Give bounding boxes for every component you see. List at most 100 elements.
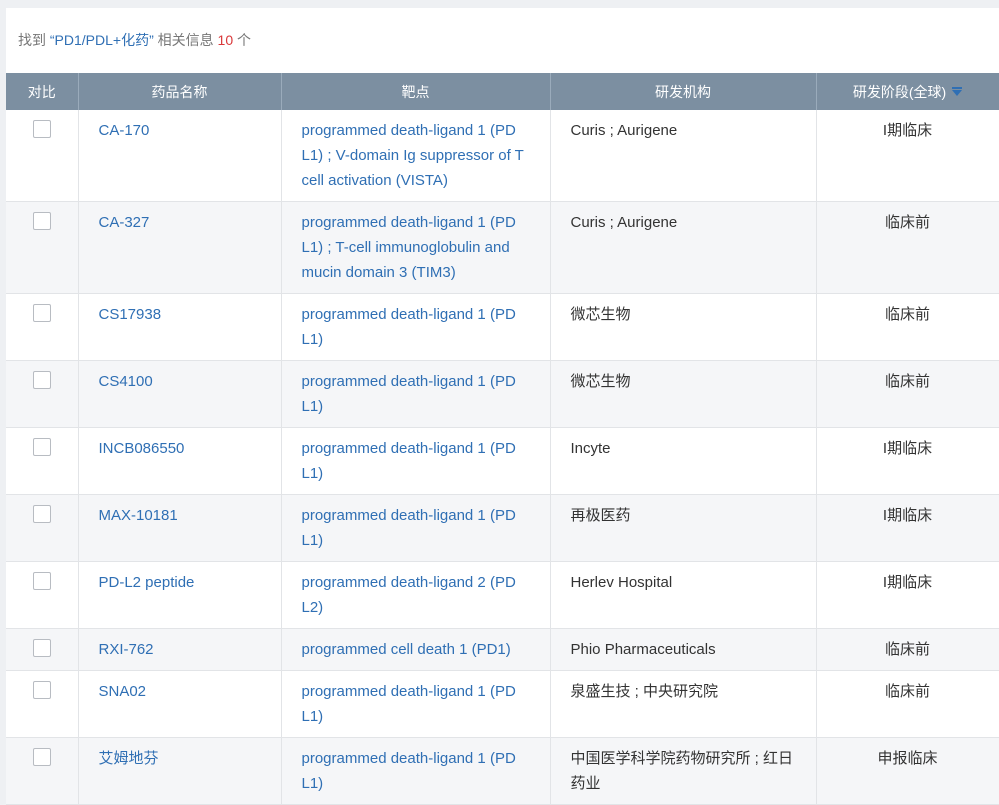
stage-cell: I期临床 [816, 561, 999, 629]
column-header-target: 靶点 [281, 73, 551, 110]
compare-checkbox[interactable] [32, 639, 51, 657]
drug-name-cell: MAX-10181 [78, 494, 282, 562]
target-link[interactable]: programmed death-ligand 1 (PD L1) [302, 750, 516, 792]
stage-cell: 临床前 [816, 293, 999, 361]
org-cell: 微芯生物 [550, 293, 817, 361]
compare-cell [6, 360, 79, 428]
drug-name-cell: CS17938 [78, 293, 282, 361]
target-link[interactable]: programmed death-ligand 1 (PD L1) [302, 373, 516, 415]
table-header-row: 对比 药品名称 靶点 研发机构 研发阶段(全球) [6, 73, 999, 110]
org-cell: Curis ; Aurigene [550, 201, 817, 294]
target-cell: programmed death-ligand 1 (PD L1) [281, 737, 551, 805]
drug-name-cell: PD-L2 peptide [78, 561, 282, 629]
target-cell: programmed cell death 1 (PD1) [281, 628, 551, 671]
table-row: RXI-762 programmed cell death 1 (PD1) Ph… [6, 628, 999, 671]
compare-checkbox[interactable] [32, 505, 51, 523]
target-link[interactable]: programmed death-ligand 2 (PD L2) [302, 574, 516, 616]
drug-name-link[interactable]: CS4100 [99, 373, 153, 390]
table-row: CA-170 programmed death-ligand 1 (PD L1)… [6, 110, 999, 202]
org-cell: 泉盛生技 ; 中央研究院 [550, 670, 817, 738]
compare-cell [6, 737, 79, 805]
drug-name-cell: CA-170 [78, 110, 282, 202]
drug-name-link[interactable]: CS17938 [99, 306, 162, 323]
target-cell: programmed death-ligand 1 (PD L1) [281, 427, 551, 495]
target-link[interactable]: programmed death-ligand 1 (PD L1) [302, 683, 516, 725]
drug-name-cell: 艾姆地芬 [78, 737, 282, 805]
stage-cell: 临床前 [816, 670, 999, 738]
drug-name-link[interactable]: 艾姆地芬 [99, 750, 159, 767]
org-cell: Phio Pharmaceuticals [550, 628, 817, 671]
drug-name-cell: SNA02 [78, 670, 282, 738]
stage-cell: I期临床 [816, 427, 999, 495]
results-panel: 找到 “PD1/PDL+化药” 相关信息 10 个 对比 药品名称 靶点 研发机… [6, 8, 999, 805]
compare-checkbox[interactable] [32, 681, 51, 699]
target-cell: programmed death-ligand 1 (PD L1) ; T-ce… [281, 201, 551, 294]
org-cell: 再极医药 [550, 494, 817, 562]
target-cell: programmed death-ligand 1 (PD L1) [281, 494, 551, 562]
summary-query: “PD1/PDL+化药” [49, 32, 154, 48]
target-cell: programmed death-ligand 1 (PD L1) [281, 360, 551, 428]
compare-cell [6, 293, 79, 361]
summary-prefix: 找到 [18, 32, 46, 48]
target-cell: programmed death-ligand 1 (PD L1) [281, 670, 551, 738]
drug-name-cell: CA-327 [78, 201, 282, 294]
column-header-name: 药品名称 [78, 73, 282, 110]
drug-name-cell: RXI-762 [78, 628, 282, 671]
summary-middle: 相关信息 [157, 32, 214, 48]
sort-desc-icon[interactable] [952, 89, 963, 96]
table-row: CS4100 programmed death-ligand 1 (PD L1)… [6, 360, 999, 428]
compare-cell [6, 110, 79, 202]
compare-checkbox[interactable] [32, 438, 51, 456]
summary-suffix: 个 [237, 32, 251, 48]
drug-name-link[interactable]: RXI-762 [99, 641, 154, 658]
compare-checkbox[interactable] [32, 371, 51, 389]
sort-desc-icon-bar [952, 86, 963, 89]
drug-name-link[interactable]: MAX-10181 [99, 507, 178, 524]
compare-checkbox[interactable] [32, 212, 51, 230]
compare-cell [6, 201, 79, 294]
table-row: MAX-10181 programmed death-ligand 1 (PD … [6, 494, 999, 562]
drug-name-link[interactable]: INCB086550 [99, 440, 185, 457]
table-row: CA-327 programmed death-ligand 1 (PD L1)… [6, 201, 999, 294]
drug-name-link[interactable]: CA-170 [99, 122, 150, 139]
compare-checkbox[interactable] [32, 120, 51, 138]
stage-cell: 临床前 [816, 201, 999, 294]
target-link[interactable]: programmed death-ligand 1 (PD L1) [302, 507, 516, 549]
results-table: 对比 药品名称 靶点 研发机构 研发阶段(全球) CA-170 programm… [6, 73, 999, 805]
org-cell: 微芯生物 [550, 360, 817, 428]
target-link[interactable]: programmed death-ligand 1 (PD L1) ; T-ce… [302, 214, 516, 281]
table-row: INCB086550 programmed death-ligand 1 (PD… [6, 427, 999, 495]
column-header-stage-label: 研发阶段(全球) [852, 83, 947, 100]
compare-cell [6, 561, 79, 629]
column-header-stage[interactable]: 研发阶段(全球) [816, 73, 999, 110]
target-link[interactable]: programmed death-ligand 1 (PD L1) [302, 440, 516, 482]
stage-cell: I期临床 [816, 494, 999, 562]
compare-cell [6, 494, 79, 562]
drug-name-link[interactable]: SNA02 [99, 683, 147, 700]
column-header-org: 研发机构 [550, 73, 817, 110]
column-header-compare: 对比 [6, 73, 79, 110]
target-link[interactable]: programmed death-ligand 1 (PD L1) ; V-do… [302, 122, 524, 189]
stage-cell: 临床前 [816, 628, 999, 671]
drug-name-cell: CS4100 [78, 360, 282, 428]
org-cell: Herlev Hospital [550, 561, 817, 629]
compare-checkbox[interactable] [32, 572, 51, 590]
org-cell: Incyte [550, 427, 817, 495]
target-cell: programmed death-ligand 1 (PD L1) ; V-do… [281, 110, 551, 202]
table-row: CS17938 programmed death-ligand 1 (PD L1… [6, 293, 999, 361]
compare-checkbox[interactable] [32, 748, 51, 766]
drug-name-link[interactable]: PD-L2 peptide [99, 574, 195, 591]
summary-count: 10 [217, 32, 234, 48]
org-cell: Curis ; Aurigene [550, 110, 817, 202]
compare-checkbox[interactable] [32, 304, 51, 322]
target-link[interactable]: programmed death-ligand 1 (PD L1) [302, 306, 516, 348]
compare-cell [6, 628, 79, 671]
target-link[interactable]: programmed cell death 1 (PD1) [302, 641, 511, 658]
org-cell: 中国医学科学院药物研究所 ; 红日药业 [550, 737, 817, 805]
compare-cell [6, 670, 79, 738]
drug-name-link[interactable]: CA-327 [99, 214, 150, 231]
target-cell: programmed death-ligand 2 (PD L2) [281, 561, 551, 629]
drug-name-cell: INCB086550 [78, 427, 282, 495]
compare-cell [6, 427, 79, 495]
stage-cell: 申报临床 [816, 737, 999, 805]
